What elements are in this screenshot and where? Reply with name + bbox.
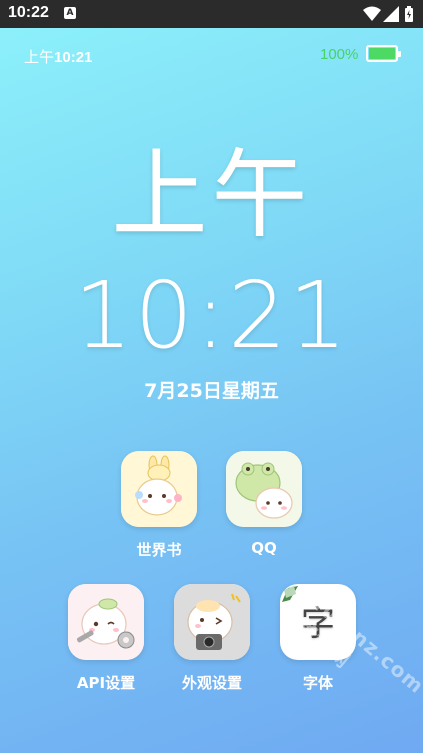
battery-percent: 100%	[320, 46, 359, 63]
app-label-worldbook: 世界书	[136, 541, 182, 559]
lock-clock-large: 10:21	[73, 262, 350, 369]
app-label-api-settings: API设置	[76, 674, 136, 692]
battery-icon	[366, 45, 401, 62]
lock-ampm-large: 上午	[111, 139, 312, 251]
battery-fill	[369, 48, 395, 59]
lock-top-time: 上午10:21	[24, 46, 92, 67]
camera-cat-icon[interactable]	[174, 584, 250, 660]
system-battery-icon	[405, 6, 413, 22]
system-status-bar: 10:22 A	[0, 0, 423, 28]
lock-date: 7月25日星期五	[144, 380, 279, 402]
signal-icon	[383, 6, 399, 22]
app-qq[interactable]: QQ	[224, 451, 304, 557]
app-label-qq: QQ	[251, 539, 277, 557]
app-label-appearance-settings: 外观设置	[181, 674, 242, 692]
notification-icon: A	[64, 7, 76, 19]
lock-top-clock: 10:21	[54, 49, 93, 66]
app-appearance-settings[interactable]: 外观设置	[172, 584, 252, 693]
app-api-settings[interactable]: API设置	[66, 584, 146, 693]
frog-cat-icon[interactable]	[226, 451, 302, 527]
wifi-icon	[363, 6, 381, 21]
system-clock: 10:22	[8, 4, 49, 21]
bunny-cat-icon[interactable]	[121, 451, 197, 527]
lock-top-ampm: 上午	[24, 49, 55, 66]
wrench-cat-icon[interactable]	[68, 584, 144, 660]
app-worldbook[interactable]: 世界书	[119, 451, 199, 560]
